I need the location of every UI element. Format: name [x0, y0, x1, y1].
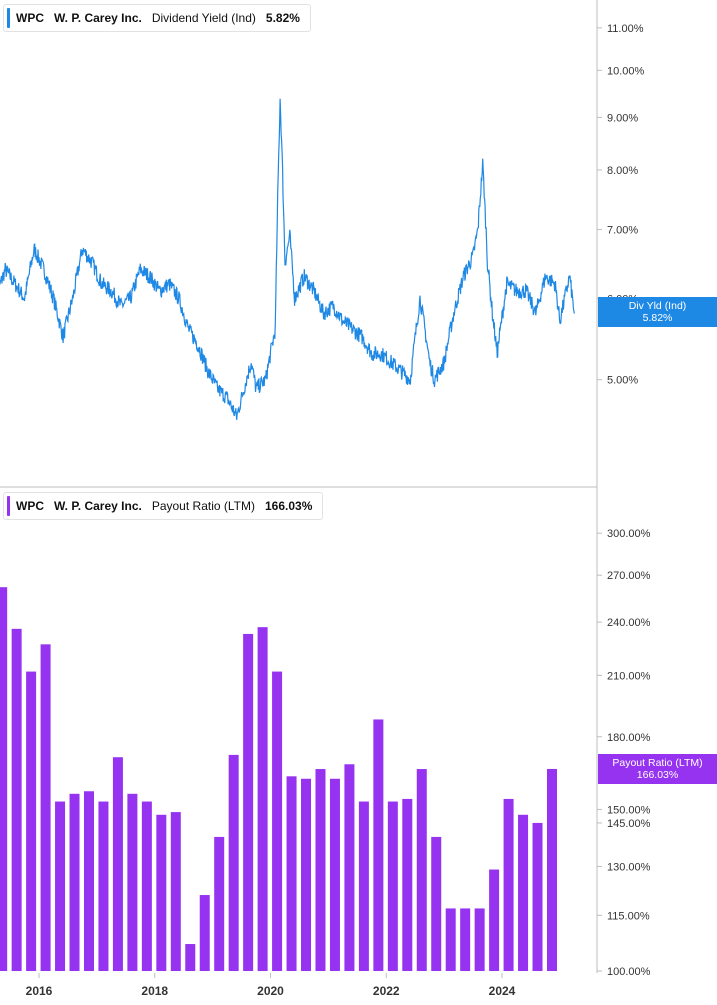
y-tick-label: 7.00%: [607, 225, 638, 237]
y-tick-label: 180.00%: [607, 732, 651, 744]
y-tick-label: 130.00%: [607, 861, 651, 873]
y-tick-label: 5.00%: [607, 375, 638, 387]
y-tick-label: 145.00%: [607, 818, 651, 830]
y-tick-label: 100.00%: [607, 966, 651, 978]
y-tick-label: 150.00%: [607, 804, 651, 816]
payout-bar: [228, 754, 239, 971]
payout-bar: [199, 895, 210, 971]
dividend-yield-line: [0, 98, 575, 420]
y-tick-label: 270.00%: [607, 570, 651, 582]
dividend-yield-swatch: [7, 8, 10, 28]
payout-bar: [518, 814, 529, 971]
payout-bar: [214, 836, 225, 971]
payout-bar: [373, 719, 384, 971]
legend-value: 5.82%: [265, 11, 300, 25]
payout-bar: [170, 812, 181, 971]
payout-bar: [257, 627, 268, 971]
x-tick-label: 2022: [373, 984, 400, 998]
legend-value: 166.03%: [264, 499, 313, 513]
legend-ticker: WPC: [16, 11, 44, 25]
payout-bar: [546, 768, 557, 971]
payout-bar: [127, 793, 138, 971]
payout-ratio-bars: [0, 587, 557, 971]
payout-bar: [301, 778, 312, 971]
dividend-yield-y-axis: 5.00%6.00%7.00%8.00%9.00%10.00%11.00%: [597, 23, 645, 387]
payout-bar: [358, 801, 369, 971]
legend-company: W. P. Carey Inc.: [54, 11, 142, 25]
payout-bar: [460, 908, 471, 971]
payout-bar: [156, 814, 167, 971]
flag-value: 5.82%: [642, 311, 673, 324]
legend-company: W. P. Carey Inc.: [54, 499, 142, 513]
payout-bar: [329, 778, 340, 971]
legend-metric: Payout Ratio (LTM): [151, 499, 255, 513]
y-tick-label: 240.00%: [607, 617, 651, 629]
flag-label: Div Yld (Ind): [628, 299, 687, 312]
x-tick-label: 2024: [489, 984, 516, 998]
payout-ratio-last-value-flag: Payout Ratio (LTM) 166.03%: [598, 753, 717, 784]
payout-bar: [402, 798, 413, 971]
payout-bar: [445, 908, 456, 971]
payout-bar: [98, 801, 109, 971]
y-tick-label: 11.00%: [607, 23, 644, 35]
y-tick-label: 8.00%: [607, 165, 638, 177]
payout-bar: [11, 628, 22, 971]
payout-bar: [272, 671, 283, 971]
payout-bar: [26, 671, 37, 971]
y-tick-label: 300.00%: [607, 528, 651, 540]
x-tick-label: 2018: [141, 984, 168, 998]
y-tick-label: 9.00%: [607, 112, 638, 124]
payout-bar: [141, 801, 152, 971]
payout-bar: [0, 587, 8, 971]
x-axis: 2016 2018 2020 2022 2024: [26, 973, 516, 998]
legend-ticker: WPC: [16, 499, 44, 513]
payout-bar: [387, 801, 398, 971]
payout-bar: [243, 633, 254, 971]
payout-bar: [532, 822, 543, 971]
x-tick-label: 2020: [257, 984, 284, 998]
y-tick-label: 210.00%: [607, 670, 651, 682]
payout-bar: [112, 757, 123, 971]
payout-bar: [55, 801, 66, 971]
payout-bar: [344, 764, 355, 971]
payout-bar: [40, 644, 51, 971]
payout-bar: [503, 798, 514, 971]
payout-bar: [286, 776, 297, 971]
y-tick-label: 10.00%: [607, 65, 645, 77]
payout-ratio-swatch: [7, 496, 10, 516]
payout-bar: [489, 869, 500, 971]
payout-bar: [185, 944, 196, 971]
dividend-yield-legend: WPC W. P. Carey Inc. Dividend Yield (Ind…: [3, 4, 311, 32]
legend-metric: Dividend Yield (Ind): [151, 11, 256, 25]
payout-bar: [431, 836, 442, 971]
x-tick-label: 2016: [26, 984, 53, 998]
payout-bar: [315, 769, 326, 971]
payout-bar: [83, 791, 94, 971]
payout-bar: [69, 793, 80, 971]
flag-label: Payout Ratio (LTM): [612, 756, 703, 769]
payout-ratio-legend: WPC W. P. Carey Inc. Payout Ratio (LTM) …: [3, 492, 324, 520]
y-tick-label: 115.00%: [607, 910, 650, 922]
payout-bar: [474, 908, 485, 971]
flag-value: 166.03%: [636, 768, 679, 781]
dividend-yield-last-value-flag: Div Yld (Ind) 5.82%: [598, 296, 717, 327]
payout-bar: [416, 769, 427, 971]
